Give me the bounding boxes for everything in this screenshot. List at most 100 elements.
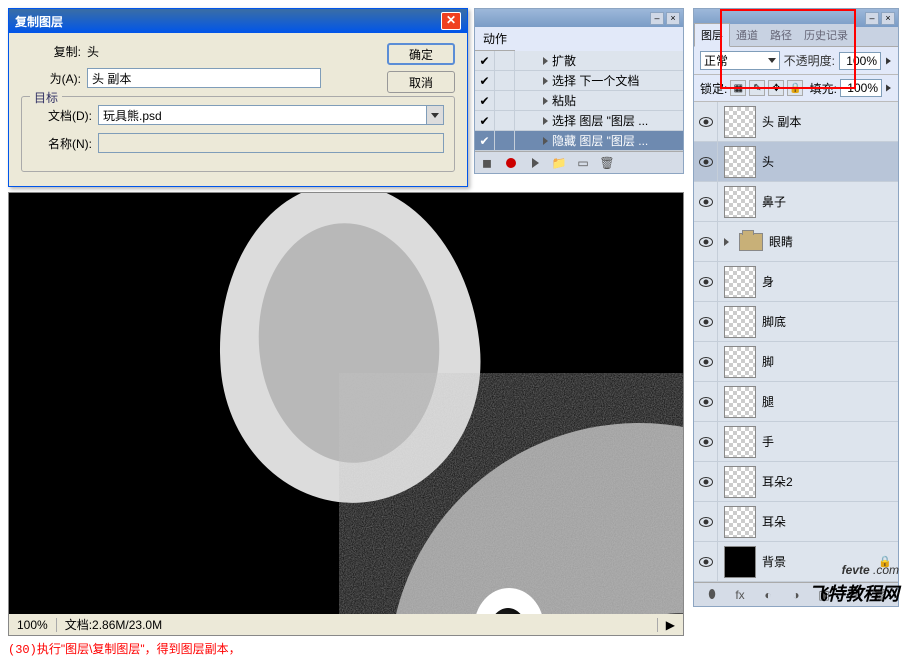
- cancel-button[interactable]: 取消: [387, 71, 455, 93]
- record-icon[interactable]: [503, 155, 519, 171]
- close-icon[interactable]: ×: [881, 12, 895, 25]
- visibility-toggle[interactable]: [694, 502, 718, 541]
- opacity-value[interactable]: 100%: [839, 52, 881, 70]
- layer-thumbnail[interactable]: [724, 346, 756, 378]
- layer-thumbnail[interactable]: [724, 386, 756, 418]
- actions-panel-titlebar[interactable]: – ×: [475, 9, 683, 27]
- check-icon[interactable]: ✔: [475, 91, 495, 110]
- fill-value[interactable]: 100%: [840, 79, 882, 97]
- fill-slider-icon[interactable]: [886, 85, 891, 92]
- lock-brush-icon[interactable]: ✎: [749, 80, 765, 96]
- modal-col[interactable]: [495, 51, 515, 70]
- doc-select[interactable]: [98, 105, 444, 125]
- action-row[interactable]: ✔粘贴: [475, 91, 683, 111]
- layer-name[interactable]: 耳朵: [762, 513, 898, 530]
- document-canvas[interactable]: [8, 192, 684, 622]
- panel-tab[interactable]: 通道: [730, 24, 764, 46]
- action-row[interactable]: ✔扩散: [475, 51, 683, 71]
- layer-name[interactable]: 手: [762, 433, 898, 450]
- doc-select-value[interactable]: [98, 105, 426, 125]
- action-row[interactable]: ✔选择 图层 "图层 ...: [475, 111, 683, 131]
- layer-name[interactable]: 耳朵2: [762, 473, 898, 490]
- layer-row[interactable]: 身: [694, 262, 898, 302]
- new-folder-icon[interactable]: 📁: [551, 155, 567, 171]
- visibility-toggle[interactable]: [694, 422, 718, 461]
- layer-thumbnail[interactable]: [724, 546, 756, 578]
- layer-mask-icon[interactable]: ◐: [758, 586, 778, 604]
- visibility-toggle[interactable]: [694, 542, 718, 581]
- action-row[interactable]: ✔选择 下一个文档: [475, 71, 683, 91]
- check-icon[interactable]: ✔: [475, 131, 495, 150]
- layer-name[interactable]: 脚底: [762, 313, 898, 330]
- visibility-toggle[interactable]: [694, 462, 718, 501]
- layer-row[interactable]: 耳朵2: [694, 462, 898, 502]
- visibility-toggle[interactable]: [694, 302, 718, 341]
- minimize-icon[interactable]: –: [650, 12, 664, 25]
- minimize-icon[interactable]: –: [865, 12, 879, 25]
- layer-name[interactable]: 头: [762, 153, 898, 170]
- stop-icon[interactable]: ◼: [479, 155, 495, 171]
- visibility-toggle[interactable]: [694, 382, 718, 421]
- check-icon[interactable]: ✔: [475, 71, 495, 90]
- panel-tab[interactable]: 路径: [764, 24, 798, 46]
- lock-move-icon[interactable]: ✥: [768, 80, 784, 96]
- layer-row[interactable]: 眼睛: [694, 222, 898, 262]
- visibility-toggle[interactable]: [694, 142, 718, 181]
- panel-tab[interactable]: 图层: [694, 23, 730, 47]
- folder-expand-icon[interactable]: [724, 238, 729, 246]
- as-input[interactable]: [87, 68, 321, 88]
- layer-thumbnail[interactable]: [724, 426, 756, 458]
- layer-name[interactable]: 眼睛: [769, 233, 898, 250]
- layer-thumbnail[interactable]: [724, 146, 756, 178]
- modal-col[interactable]: [495, 91, 515, 110]
- layer-name[interactable]: 身: [762, 273, 898, 290]
- visibility-toggle[interactable]: [694, 342, 718, 381]
- check-icon[interactable]: ✔: [475, 111, 495, 130]
- trash-icon[interactable]: 🗑: [599, 155, 615, 171]
- layer-name[interactable]: 腿: [762, 393, 898, 410]
- play-icon[interactable]: [527, 155, 543, 171]
- layer-row[interactable]: 头 副本: [694, 102, 898, 142]
- layer-thumbnail[interactable]: [724, 506, 756, 538]
- layer-row[interactable]: 腿: [694, 382, 898, 422]
- actions-tab[interactable]: 动作: [475, 27, 515, 51]
- panel-tab[interactable]: 历史记录: [798, 24, 854, 46]
- visibility-toggle[interactable]: [694, 102, 718, 141]
- layer-name[interactable]: 脚: [762, 353, 898, 370]
- layer-name[interactable]: 头 副本: [762, 113, 898, 130]
- layer-row[interactable]: 手: [694, 422, 898, 462]
- adjustment-layer-icon[interactable]: ◑: [786, 586, 806, 604]
- blend-mode-select[interactable]: 正常: [700, 51, 780, 70]
- layer-row[interactable]: 鼻子: [694, 182, 898, 222]
- visibility-toggle[interactable]: [694, 222, 718, 261]
- ok-button[interactable]: 确定: [387, 43, 455, 65]
- layer-thumbnail[interactable]: [724, 306, 756, 338]
- modal-col[interactable]: [495, 131, 515, 150]
- lock-all-icon[interactable]: 🔒: [787, 80, 803, 96]
- visibility-toggle[interactable]: [694, 182, 718, 221]
- layer-row[interactable]: 头: [694, 142, 898, 182]
- lock-transparency-icon[interactable]: ▦: [730, 80, 746, 96]
- new-action-icon[interactable]: ▭: [575, 155, 591, 171]
- layer-row[interactable]: 脚: [694, 342, 898, 382]
- status-menu-icon[interactable]: ▶: [657, 618, 683, 632]
- layer-row[interactable]: 脚底: [694, 302, 898, 342]
- check-icon[interactable]: ✔: [475, 51, 495, 70]
- link-layers-icon[interactable]: ⬮: [702, 586, 722, 604]
- dialog-titlebar[interactable]: 复制图层 ✕: [9, 9, 467, 33]
- close-icon[interactable]: ✕: [441, 12, 461, 30]
- layer-style-icon[interactable]: fx: [730, 586, 750, 604]
- action-row[interactable]: ✔隐藏 图层 "图层 ...: [475, 131, 683, 151]
- close-icon[interactable]: ×: [666, 12, 680, 25]
- layer-thumbnail[interactable]: [724, 186, 756, 218]
- layer-thumbnail[interactable]: [724, 106, 756, 138]
- modal-col[interactable]: [495, 71, 515, 90]
- opacity-slider-icon[interactable]: [886, 57, 891, 64]
- visibility-toggle[interactable]: [694, 262, 718, 301]
- chevron-down-icon[interactable]: [426, 105, 444, 125]
- modal-col[interactable]: [495, 111, 515, 130]
- zoom-value[interactable]: 100%: [9, 618, 57, 632]
- layer-name[interactable]: 鼻子: [762, 193, 898, 210]
- layer-row[interactable]: 耳朵: [694, 502, 898, 542]
- layer-thumbnail[interactable]: [724, 466, 756, 498]
